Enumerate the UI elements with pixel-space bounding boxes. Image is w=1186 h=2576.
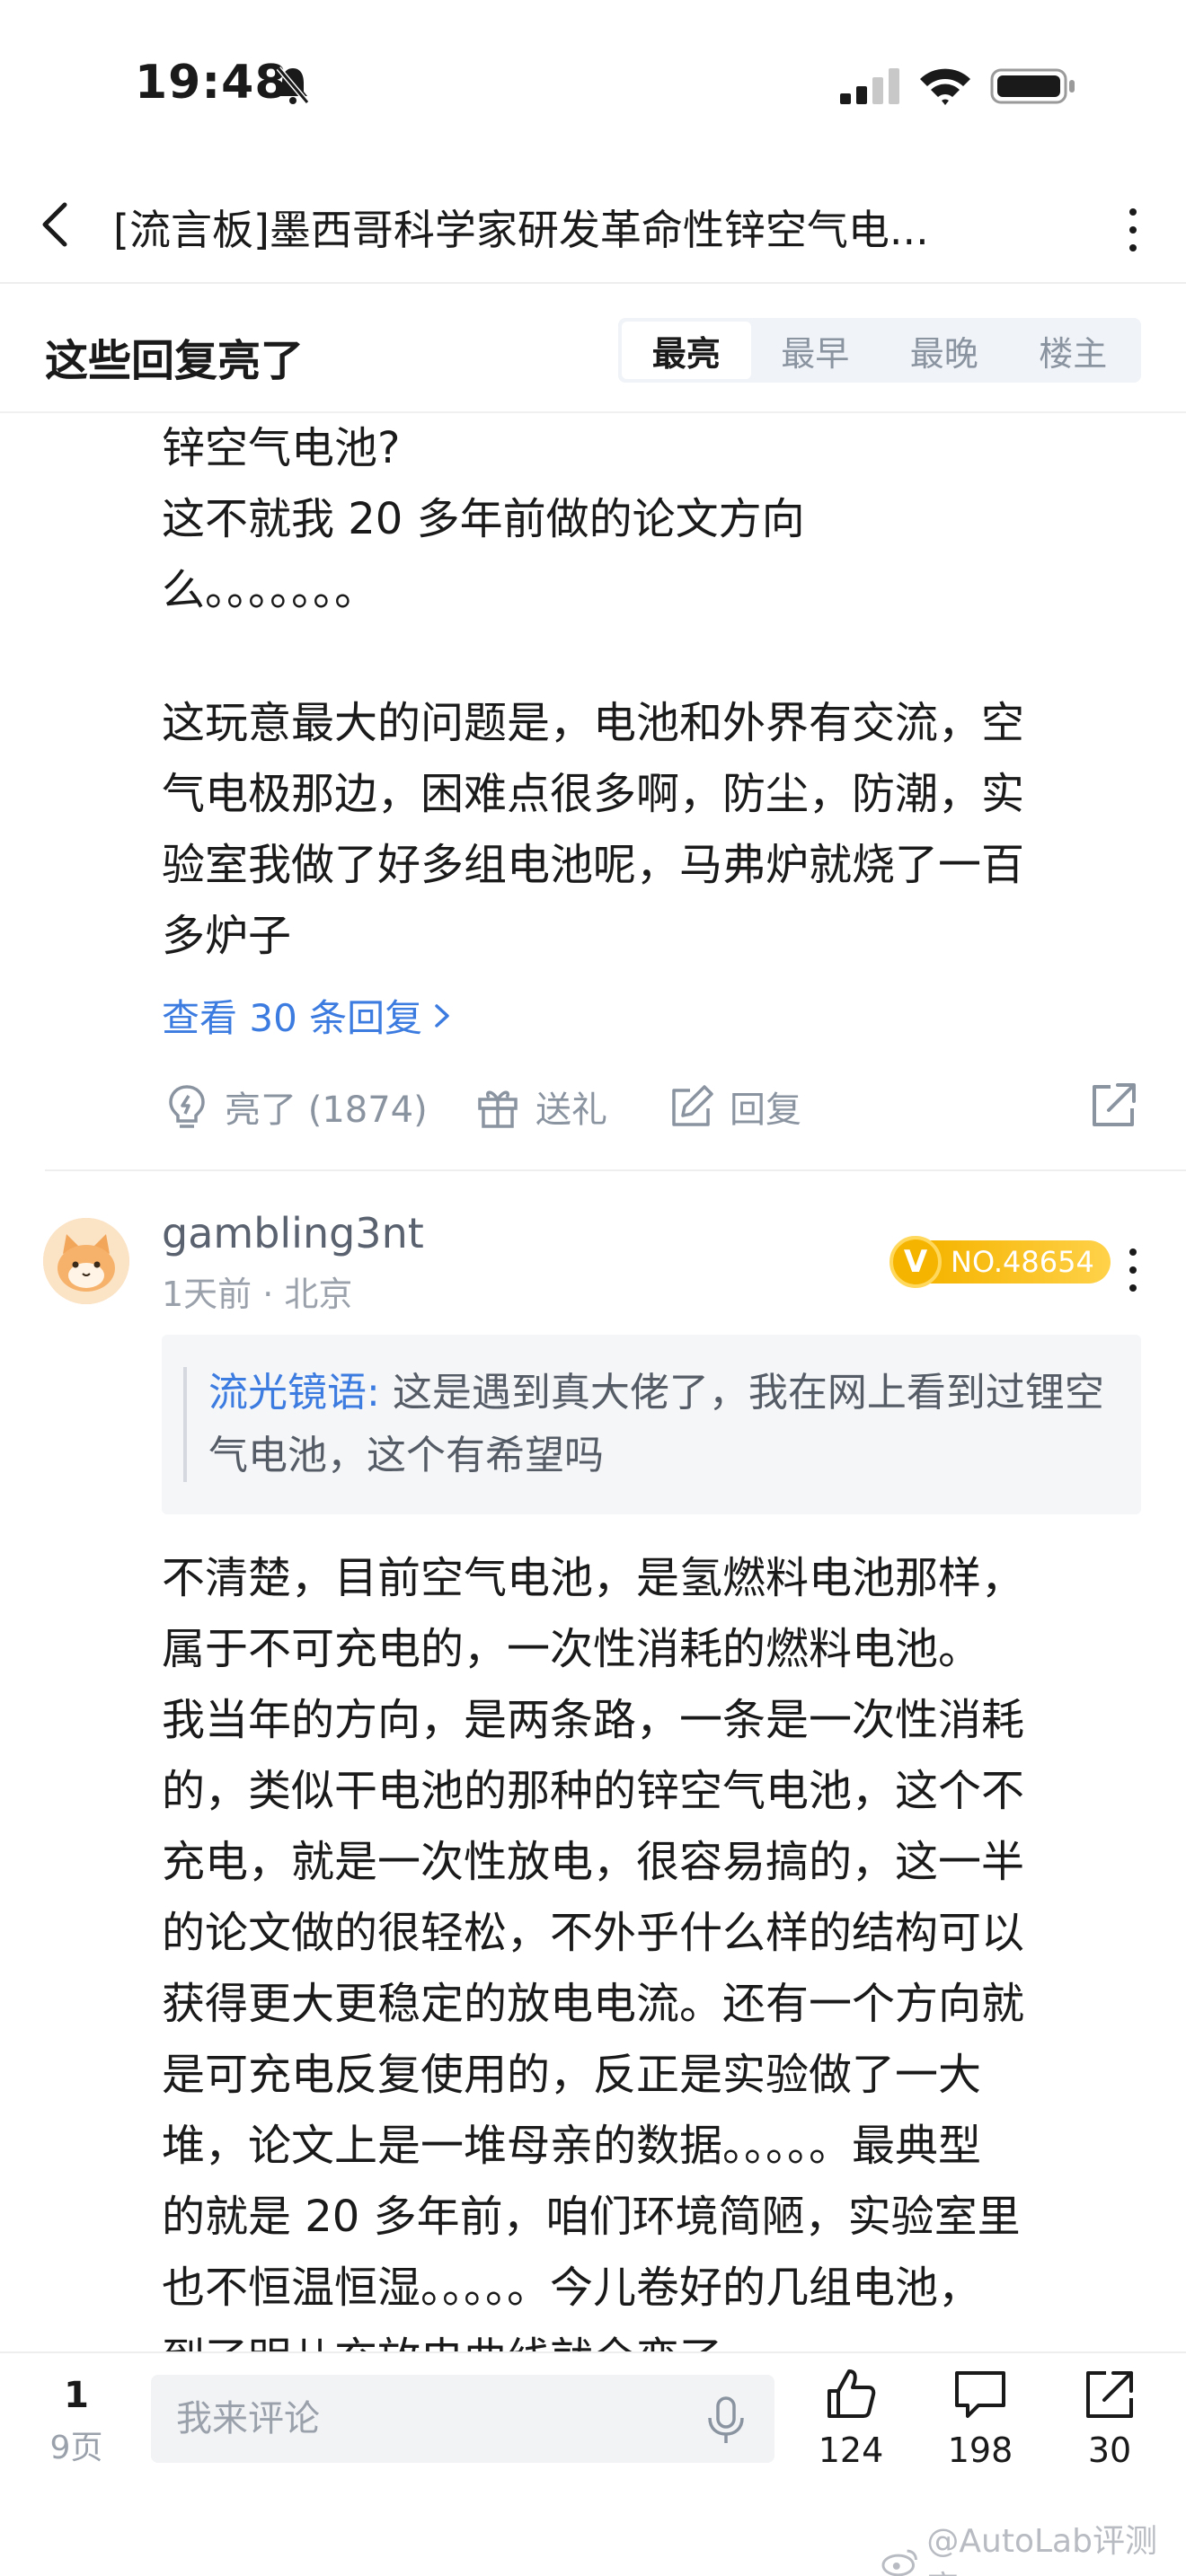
comment-input[interactable] (176, 2375, 679, 2463)
divider (45, 1169, 1186, 1171)
like-count: 124 (818, 2430, 884, 2470)
share-post-button[interactable]: 30 (1060, 2366, 1159, 2470)
status-time: 19:48 (135, 56, 288, 110)
tab-earliest[interactable]: 最早 (751, 322, 881, 379)
comment-header: gambling3nt 1天前 · 北京 V NO.48654 (0, 1204, 1186, 1338)
avatar[interactable] (43, 1218, 129, 1304)
comment-bubble-icon (955, 2371, 1005, 2418)
thumbs-up-icon (828, 2369, 876, 2418)
post-action-row: 亮了 (1874) 送礼 回复 (162, 1071, 1141, 1142)
comment-meta: 1天前 · 北京 (162, 1275, 353, 1314)
user-badge[interactable]: V NO.48654 (890, 1236, 1111, 1288)
battery-icon (990, 68, 1075, 104)
username[interactable]: gambling3nt (162, 1209, 424, 1257)
page-title: [流言板]墨西哥科学家研发革命性锌空气电... (113, 206, 929, 254)
back-arrow-icon[interactable] (38, 198, 74, 251)
tab-op-only[interactable]: 楼主 (1009, 322, 1138, 379)
gift-button[interactable]: 送礼 (473, 1071, 607, 1142)
quoted-reply[interactable]: 流光镜语: 这是遇到真大佬了，我在网上看到过锂空气电池，这个有希望吗 (162, 1335, 1141, 1514)
quote-bar (183, 1367, 187, 1482)
wifi-icon (920, 68, 970, 105)
like-label: 亮了 (1874) (225, 1090, 428, 1131)
page-total: 9页 (49, 2430, 103, 2466)
avatar-cat-image (43, 1218, 129, 1304)
bell-muted-icon (276, 66, 310, 104)
section-title: 这些回复亮了 (45, 336, 305, 386)
page-indicator[interactable]: 1 9页 (36, 2375, 117, 2468)
nav-bar: [流言板]墨西哥科学家研发革命性锌空气电... (0, 171, 1186, 284)
tab-latest[interactable]: 最晚 (880, 322, 1009, 379)
badge-number: NO.48654 (929, 1240, 1111, 1284)
weibo-logo-icon (881, 2549, 917, 2576)
page-current: 1 (64, 2375, 89, 2416)
tab-brightest[interactable]: 最亮 (622, 322, 751, 379)
like-post-button[interactable]: 124 (801, 2366, 900, 2470)
comment-more-icon[interactable] (1120, 1245, 1146, 1295)
sort-header: 这些回复亮了 最亮 最早 最晚 楼主 (0, 286, 1186, 413)
sort-tabs: 最亮 最早 最晚 楼主 (618, 318, 1141, 383)
edit-reply-icon (672, 1085, 713, 1126)
view-replies-label: 查看 30 条回复 (162, 996, 423, 1040)
comment-input-box[interactable] (151, 2375, 774, 2463)
share-count: 30 (1087, 2430, 1132, 2470)
watermark: @AutoLab评测官 (881, 2515, 1186, 2576)
comment-text: 不清楚，目前空气电池，是氢燃料电池那样， 属于不可充电的，一次性消耗的燃料电池。… (162, 1553, 1025, 2353)
comments-button[interactable]: 198 (931, 2366, 1030, 2470)
like-button[interactable]: 亮了 (1874) (162, 1071, 428, 1142)
v-badge-icon: V (890, 1236, 942, 1288)
reply-list: 锌空气电池? 这不就我 20 多年前做的论文方向 么。。。。。。。 这玩意最大的… (0, 413, 1186, 2353)
more-vertical-icon[interactable] (1120, 205, 1146, 255)
microphone-icon[interactable] (701, 2393, 751, 2447)
quote-text: 流光镜语: 这是遇到真大佬了，我在网上看到过锂空气电池，这个有希望吗 (208, 1362, 1116, 1487)
post-text-body: 这玩意最大的问题是，电池和外界有交流，空 气电极那边，困难点很多啊，防尘，防潮，… (162, 698, 1025, 961)
comment-count: 198 (947, 2430, 1013, 2470)
share-icon (1086, 2371, 1133, 2418)
cellular-signal-icon (840, 68, 899, 104)
gift-label: 送礼 (535, 1090, 607, 1131)
status-bar: 19:48 (0, 0, 1186, 171)
post-text-top: 锌空气电池? 这不就我 20 多年前做的论文方向 么。。。。。。。 (162, 423, 805, 615)
reply-button[interactable]: 回复 (667, 1071, 801, 1142)
chevron-right-icon (435, 1003, 449, 1028)
reply-label: 回复 (730, 1090, 801, 1131)
quote-author[interactable]: 流光镜语: (208, 1370, 380, 1416)
view-replies-link[interactable]: 查看 30 条回复 (162, 988, 453, 1043)
watermark-text: @AutoLab评测官 (926, 2523, 1157, 2576)
lightbulb-icon (169, 1085, 205, 1128)
gift-icon (478, 1090, 518, 1128)
share-icon[interactable] (1087, 1078, 1141, 1132)
bottom-bar: 1 9页 124 198 30 (0, 2351, 1186, 2492)
